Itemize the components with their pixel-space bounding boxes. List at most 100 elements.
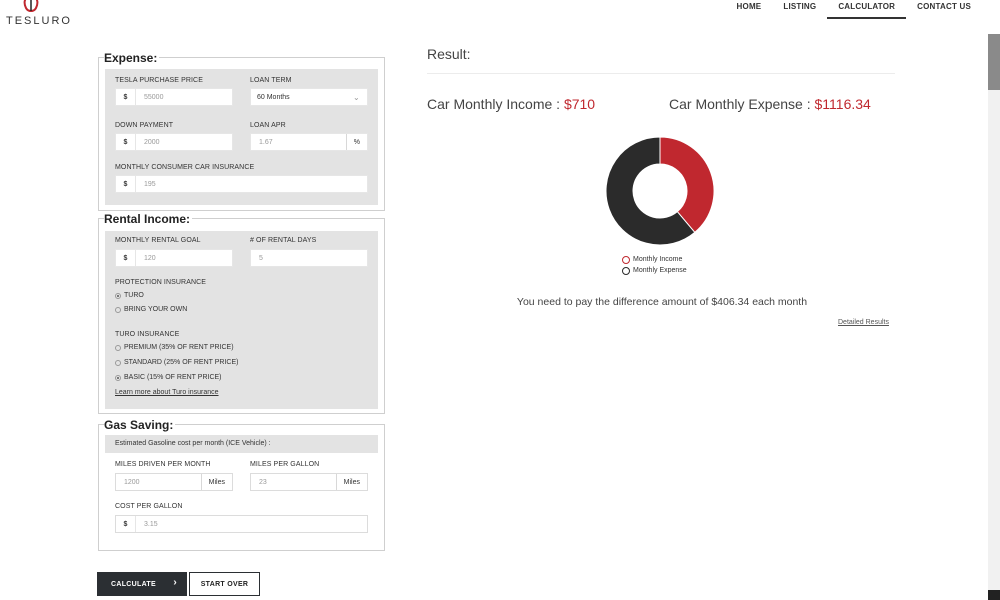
- tesluro-logo-icon: [23, 0, 39, 12]
- rental-days-field[interactable]: 5: [250, 249, 368, 267]
- rental-panel: Rental Income: MONTHLY RENTAL GOAL $ 120…: [98, 212, 385, 414]
- tesluro-logo[interactable]: TESLURO: [4, 0, 70, 30]
- cost-field[interactable]: $ 3.15: [115, 515, 368, 533]
- radio-icon: [115, 344, 121, 351]
- purchase-price-value: 55000: [144, 93, 164, 101]
- rental-goal-field[interactable]: $ 120: [115, 249, 233, 267]
- turo-option-standard[interactable]: STANDARD (25% OF RENT PRICE): [115, 359, 238, 366]
- legend-income-swatch: [622, 255, 630, 264]
- nav-contact-us[interactable]: CONTACT US: [906, 0, 982, 19]
- miles-suffix: Miles: [200, 474, 232, 490]
- mpg-field[interactable]: 23 Miles: [250, 473, 368, 491]
- protection-option-own[interactable]: BRING YOUR OWN: [115, 306, 187, 313]
- insurance-label: MONTHLY CONSUMER CAR INSURANCE: [115, 164, 255, 171]
- dollar-prefix: $: [116, 134, 136, 150]
- purchase-price-field[interactable]: $ 55000: [115, 88, 233, 106]
- loan-apr-label: LOAN APR: [250, 122, 286, 129]
- scrollbar-thumb[interactable]: [988, 34, 1000, 90]
- chart-legend: Monthly Income Monthly Expense: [622, 254, 687, 276]
- radio-selected-icon: [115, 292, 121, 299]
- rental-inner: MONTHLY RENTAL GOAL $ 120 # OF RENTAL DA…: [105, 231, 378, 409]
- nav-calculator[interactable]: CALCULATOR: [827, 0, 907, 19]
- protection-option-label: TURO: [124, 292, 144, 299]
- protection-label: PROTECTION INSURANCE: [115, 279, 207, 286]
- nav-home[interactable]: HOME: [726, 0, 773, 19]
- turo-option-label: PREMIUM (35% OF RENT PRICE): [124, 344, 234, 351]
- chevron-right-icon: ›: [173, 577, 177, 588]
- result-title: Result:: [427, 46, 471, 62]
- down-payment-value: 2000: [144, 138, 160, 146]
- radio-icon: [115, 359, 121, 366]
- rental-days-value: 5: [259, 254, 263, 262]
- income-label: Car Monthly Income :: [427, 96, 564, 112]
- insurance-value: 195: [144, 180, 156, 188]
- down-payment-field[interactable]: $ 2000: [115, 133, 233, 151]
- expense-title: Expense:: [104, 51, 160, 65]
- start-over-button[interactable]: START OVER: [189, 572, 260, 596]
- calculate-button[interactable]: CALCULATE ›: [97, 572, 187, 596]
- mpg-suffix: Miles: [335, 474, 367, 490]
- down-payment-label: DOWN PAYMENT: [115, 122, 174, 129]
- scrollbar-end: [988, 590, 1000, 600]
- percent-suffix: %: [345, 134, 367, 150]
- calculate-label: CALCULATE: [111, 580, 156, 588]
- chevron-down-icon: ⌄: [353, 92, 360, 102]
- rental-title: Rental Income:: [104, 212, 193, 226]
- nav-listing[interactable]: LISTING: [772, 0, 827, 19]
- gas-panel: Gas Saving: Estimated Gasoline cost per …: [98, 418, 385, 551]
- cost-value: 3.15: [144, 520, 158, 528]
- brand-name: TESLURO: [6, 15, 72, 27]
- miles-field[interactable]: 1200 Miles: [115, 473, 233, 491]
- scrollbar-track[interactable]: [988, 34, 1000, 600]
- rental-days-label: # OF RENTAL DAYS: [250, 237, 317, 244]
- income-value: $710: [563, 96, 596, 112]
- expense-label: Car Monthly Expense :: [669, 96, 815, 112]
- mpg-value: 23: [259, 478, 267, 486]
- mpg-label: MILES PER GALLON: [250, 461, 320, 468]
- turo-option-label: STANDARD (25% OF RENT PRICE): [124, 359, 239, 366]
- miles-label: MILES DRIVEN PER MONTH: [115, 461, 211, 468]
- turo-option-basic[interactable]: BASIC (15% OF RENT PRICE): [115, 374, 222, 381]
- loan-term-value: 60 Months: [257, 93, 290, 101]
- loan-apr-field[interactable]: 1.67 %: [250, 133, 368, 151]
- insurance-field[interactable]: $ 195: [115, 175, 368, 193]
- legend-expense[interactable]: Monthly Expense: [622, 265, 687, 276]
- expense-value: $1116.34: [814, 96, 871, 112]
- detailed-results-link[interactable]: Detailed Results: [838, 319, 889, 326]
- dollar-prefix: $: [116, 176, 136, 192]
- legend-income-label: Monthly Income: [633, 256, 683, 263]
- learn-more-link[interactable]: Learn more about Turo insurance: [115, 389, 219, 396]
- turo-option-premium[interactable]: PREMIUM (35% OF RENT PRICE): [115, 344, 234, 351]
- gas-note-bar: Estimated Gasoline cost per month (ICE V…: [105, 435, 378, 453]
- purchase-price-label: TESLA PURCHASE PRICE: [115, 77, 203, 84]
- turo-insurance-label: TURO INSURANCE: [115, 331, 180, 338]
- rental-goal-label: MONTHLY RENTAL GOAL: [115, 237, 201, 244]
- legend-expense-label: Monthly Expense: [633, 267, 687, 274]
- gas-title: Gas Saving:: [104, 418, 176, 432]
- expense-stat: Car Monthly Expense : $1116.34: [669, 96, 871, 112]
- turo-option-label: BASIC (15% OF RENT PRICE): [124, 374, 222, 381]
- result-divider: [427, 73, 895, 74]
- expense-inner: TESLA PURCHASE PRICE $ 55000 LOAN TERM 6…: [105, 69, 378, 205]
- income-stat: Car Monthly Income : $710: [427, 96, 595, 112]
- gas-note: Estimated Gasoline cost per month (ICE V…: [115, 440, 271, 447]
- expense-panel: Expense: TESLA PURCHASE PRICE $ 55000 LO…: [98, 51, 385, 211]
- dollar-prefix: $: [116, 250, 136, 266]
- loan-term-label: LOAN TERM: [250, 77, 292, 84]
- income-expense-donut-chart: [605, 136, 715, 246]
- protection-option-turo[interactable]: TURO: [115, 292, 144, 299]
- miles-value: 1200: [124, 478, 140, 486]
- protection-option-label: BRING YOUR OWN: [124, 306, 188, 313]
- dollar-prefix: $: [116, 89, 136, 105]
- loan-apr-value: 1.67: [259, 138, 273, 146]
- legend-expense-swatch: [622, 266, 630, 275]
- legend-income[interactable]: Monthly Income: [622, 254, 687, 265]
- main-nav: HOME LISTING CALCULATOR CONTACT US: [726, 0, 982, 20]
- loan-term-select[interactable]: 60 Months ⌄: [250, 88, 368, 106]
- cost-label: COST PER GALLON: [115, 503, 183, 510]
- radio-icon: [115, 306, 121, 313]
- dollar-prefix: $: [116, 516, 136, 532]
- difference-text: You need to pay the difference amount of…: [516, 296, 808, 308]
- rental-goal-value: 120: [144, 254, 156, 262]
- radio-selected-icon: [115, 374, 121, 381]
